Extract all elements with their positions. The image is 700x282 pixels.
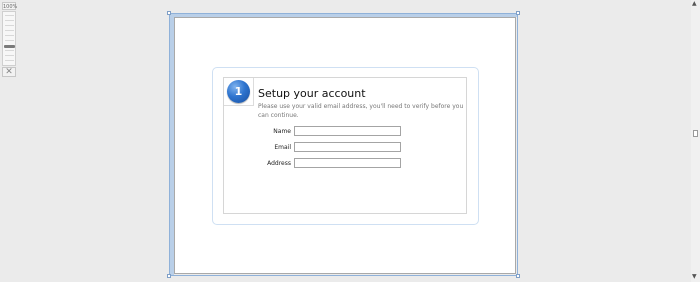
zoom-notch — [5, 20, 14, 21]
zoom-slider-handle[interactable] — [4, 45, 15, 48]
resize-handle-top-right[interactable] — [516, 11, 520, 15]
resize-handle-bottom-left[interactable] — [167, 274, 171, 278]
zoom-panel: 100% ✕ — [2, 2, 18, 77]
resize-handle-top-left[interactable] — [167, 11, 171, 15]
zoom-slider[interactable] — [2, 11, 16, 66]
address-field[interactable] — [294, 158, 401, 168]
resize-handle-bottom-right[interactable] — [516, 274, 520, 278]
close-icon[interactable]: ✕ — [2, 67, 16, 77]
zoom-notch — [5, 55, 14, 56]
scroll-thumb[interactable] — [693, 130, 698, 137]
zoom-notch — [5, 15, 14, 16]
email-label: Email — [274, 144, 291, 151]
name-field[interactable] — [294, 126, 401, 136]
zoom-notch — [5, 30, 14, 31]
email-field[interactable] — [294, 142, 401, 152]
zoom-level-label: 100% — [2, 2, 18, 10]
zoom-notch — [5, 35, 14, 36]
zoom-notch — [5, 60, 14, 61]
scroll-down-arrow-icon[interactable]: ▼ — [692, 273, 697, 280]
name-label: Name — [273, 128, 291, 135]
scroll-up-arrow-icon[interactable]: ▲ — [692, 0, 697, 7]
address-label: Address — [267, 160, 291, 167]
zoom-notch — [5, 50, 14, 51]
zoom-notch — [5, 25, 14, 26]
vertical-scrollbar[interactable]: ▲ ▼ — [691, 0, 700, 282]
page-title: Setup your account — [258, 87, 366, 100]
page-subtitle: Please use your valid email address, you… — [258, 103, 464, 119]
zoom-notch — [5, 40, 14, 41]
step-number-badge: 1 — [227, 80, 250, 103]
